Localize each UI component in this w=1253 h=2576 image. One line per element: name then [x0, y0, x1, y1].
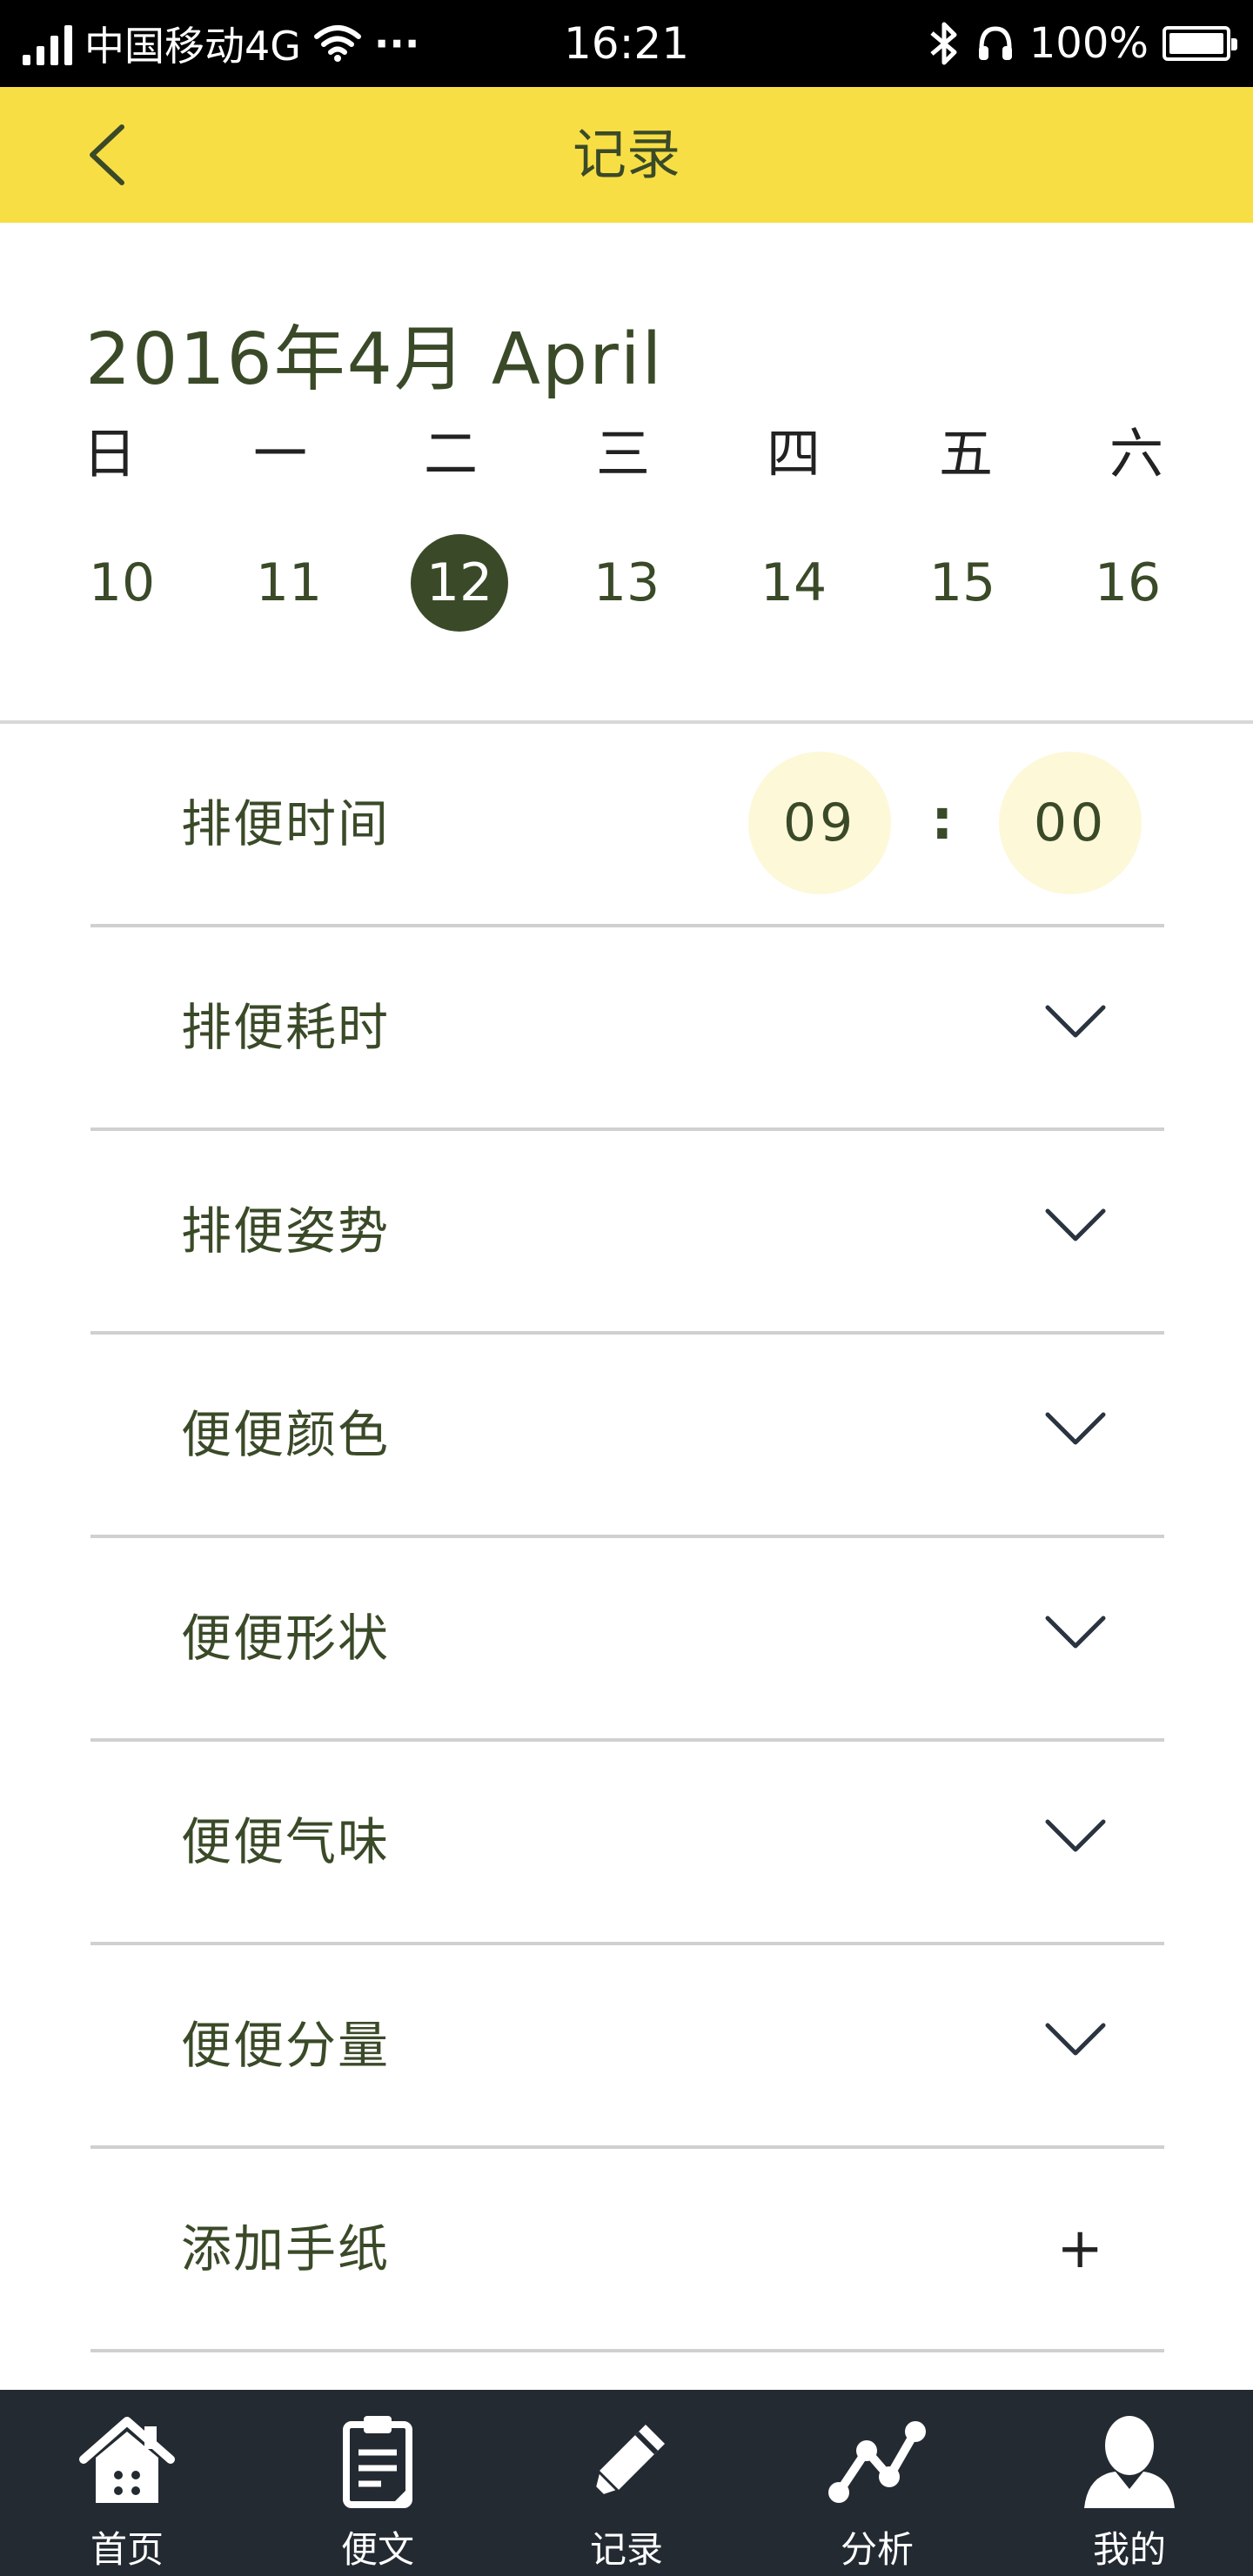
pencil-icon — [589, 2425, 665, 2502]
home-icon — [79, 2417, 175, 2503]
chevron-down-icon[interactable] — [1044, 1817, 1107, 1855]
tab-articles[interactable]: 便文 — [291, 2390, 465, 2576]
date-cell[interactable]: 10 — [61, 531, 183, 635]
row-label: 便便形状 — [181, 1609, 391, 1668]
date-cell[interactable]: 16 — [1067, 531, 1189, 635]
time-separator: : — [931, 788, 954, 853]
plus-icon[interactable]: + — [1056, 2149, 1103, 2349]
row-label: 便便气味 — [181, 1812, 391, 1871]
chevron-down-icon[interactable] — [1044, 1613, 1107, 1651]
tab-label: 便文 — [340, 2528, 414, 2571]
row-duration[interactable]: 排便耗时 — [90, 927, 1164, 1131]
tab-analysis[interactable]: 分析 — [790, 2390, 964, 2576]
defecation-time-row: 排便时间 09 : 00 — [90, 724, 1164, 927]
date-cell-selected[interactable]: 12 — [399, 531, 520, 635]
row-label: 便便颜色 — [181, 1405, 391, 1464]
weekday-wed: 三 — [595, 422, 650, 485]
row-smell[interactable]: 便便气味 — [90, 1742, 1164, 1945]
weekday-sun: 日 — [82, 422, 137, 485]
row-shape[interactable]: 便便形状 — [90, 1538, 1164, 1742]
chevron-down-icon[interactable] — [1044, 1409, 1107, 1448]
chevron-down-icon[interactable] — [1044, 2020, 1107, 2058]
row-amount[interactable]: 便便分量 — [90, 1945, 1164, 2149]
battery-icon — [1163, 26, 1237, 61]
time-row-label: 排便时间 — [181, 794, 391, 853]
status-right: 100% — [927, 0, 1237, 87]
weekday-tue: 二 — [423, 422, 478, 485]
tab-home[interactable]: 首页 — [40, 2390, 214, 2576]
user-icon — [1084, 2416, 1175, 2508]
weekday-header: 日 一 二 三 四 五 六 — [0, 419, 1253, 489]
row-color[interactable]: 便便颜色 — [90, 1335, 1164, 1538]
clipboard-icon — [343, 2416, 412, 2508]
row-add-tissue[interactable]: 添加手纸 + — [90, 2149, 1164, 2352]
tab-label: 首页 — [90, 2528, 164, 2571]
headphones-icon — [978, 26, 1012, 60]
date-cell[interactable]: 13 — [566, 531, 687, 635]
row-label: 便便分量 — [181, 2016, 391, 2075]
row-label: 排便耗时 — [181, 998, 391, 1057]
weekday-mon: 一 — [252, 422, 307, 485]
tab-label: 我的 — [1092, 2528, 1166, 2571]
selected-date-badge: 12 — [411, 534, 508, 632]
app-header: 记录 — [0, 87, 1253, 223]
tab-label: 分析 — [840, 2528, 914, 2571]
weekday-thu: 四 — [766, 422, 821, 485]
tab-label: 记录 — [589, 2528, 663, 2571]
tab-profile[interactable]: 我的 — [1042, 2390, 1216, 2576]
bluetooth-icon — [930, 22, 957, 65]
weekday-fri: 五 — [938, 422, 993, 485]
row-label: 添加手纸 — [181, 2219, 391, 2278]
tab-record[interactable]: 记录 — [539, 2390, 714, 2576]
row-posture[interactable]: 排便姿势 — [90, 1131, 1164, 1335]
battery-label: 100% — [1029, 19, 1149, 68]
row-label: 排便姿势 — [181, 1201, 391, 1261]
date-cell[interactable]: 11 — [228, 531, 350, 635]
chevron-down-icon[interactable] — [1044, 1206, 1107, 1244]
page-title: 记录 — [572, 123, 680, 186]
chevron-down-icon[interactable] — [1044, 1002, 1107, 1040]
hour-picker[interactable]: 09 — [748, 752, 891, 894]
date-cell[interactable]: 15 — [901, 531, 1023, 635]
date-cell[interactable]: 14 — [733, 531, 854, 635]
bottom-tab-bar: 首页 便文 记录 分析 我的 — [0, 2390, 1253, 2576]
date-strip: 10 11 12 13 14 15 16 — [0, 531, 1253, 635]
chart-line-icon — [828, 2421, 926, 2503]
weekday-sat: 六 — [1109, 422, 1163, 485]
status-bar: 中国移动4G ··· 16:21 100% — [0, 0, 1253, 87]
minute-picker[interactable]: 00 — [999, 752, 1142, 894]
month-label: 2016年4月 April — [85, 318, 664, 401]
